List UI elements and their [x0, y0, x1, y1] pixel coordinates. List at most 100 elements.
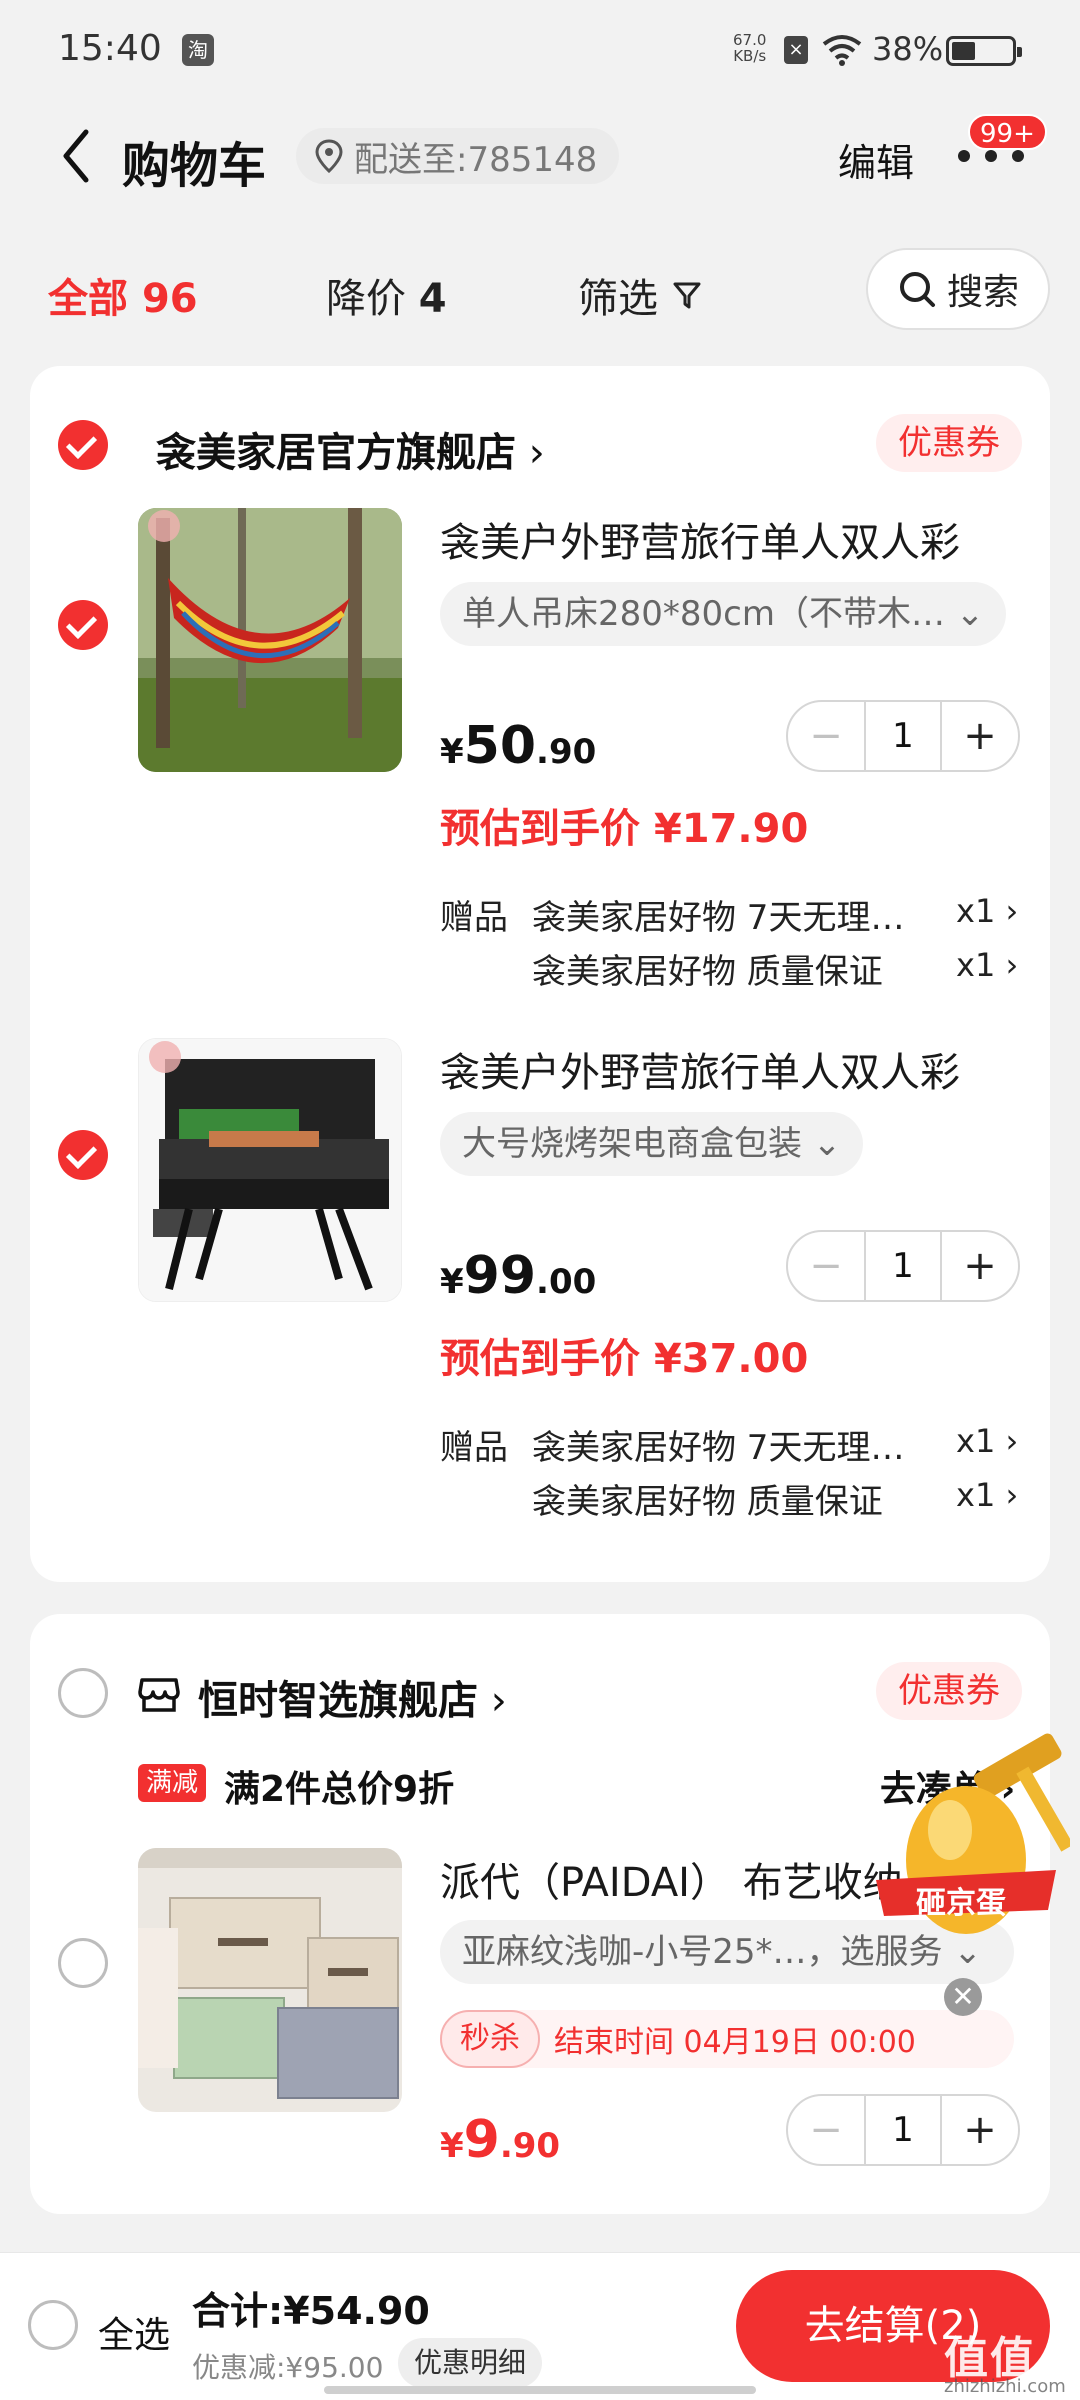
hammock-photo — [138, 508, 402, 772]
full-cut-badge: 满减 — [138, 1764, 207, 1802]
product-3-image[interactable] — [138, 1848, 402, 2112]
shop-1-name[interactable]: 衾美家居官方旗舰店 › — [156, 420, 545, 478]
product-1-est-value: ¥17.90 — [653, 806, 809, 852]
product-2-est-label: 预估到手价 — [440, 1336, 640, 1382]
product-1-quantity-stepper[interactable]: − 1 + — [786, 700, 1020, 772]
shop-2-checkbox[interactable] — [58, 1668, 108, 1718]
product-1-gift-2[interactable]: 衾美家居好物 质量保证 — [532, 944, 883, 993]
product-2-gift-2-qty-text: x1 — [956, 1476, 996, 1514]
edit-button[interactable]: 编辑 — [838, 132, 914, 187]
product-3-quantity[interactable]: 1 — [864, 2096, 942, 2164]
product-1-sku-selector[interactable]: 单人吊床280*80cm（不带木… ⌄ — [440, 582, 1007, 646]
product-2-sku-text: 大号烧烤架电商盒包装 — [462, 1124, 802, 1164]
discount-detail-button[interactable]: 优惠明细 — [398, 2338, 543, 2388]
tab-price-drop[interactable]: 降价 4 — [326, 266, 447, 324]
grill-photo — [139, 1039, 401, 1301]
chevron-right-icon: › — [995, 1422, 1019, 1460]
product-2-price-integer: 99 — [463, 1246, 537, 1306]
location-pin-icon — [315, 139, 343, 173]
shop-1-checkbox[interactable] — [58, 420, 108, 470]
chevron-right-icon: › — [516, 430, 545, 476]
product-2-quantity[interactable]: 1 — [864, 1232, 942, 1300]
tab-all-label: 全部 — [48, 276, 128, 322]
product-1-checkbox[interactable] — [58, 600, 108, 650]
search-label: 搜索 — [946, 272, 1019, 313]
product-1-gift-label: 赠品 — [440, 898, 508, 938]
shop-2-name[interactable]: 恒时智选旗舰店 › — [198, 1668, 507, 1726]
product-2-quantity-stepper[interactable]: − 1 + — [786, 1230, 1020, 1302]
minus-icon[interactable]: − — [788, 2107, 864, 2153]
home-indicator[interactable] — [324, 2386, 756, 2394]
store-icon — [138, 1678, 180, 1712]
product-2-gift-2-qty[interactable]: x1 › — [956, 1476, 1018, 1514]
plus-icon[interactable]: + — [942, 713, 1018, 759]
search-button[interactable]: 搜索 — [866, 248, 1050, 330]
message-count-badge: 99+ — [968, 114, 1047, 150]
chevron-down-icon: ⌄ — [802, 1124, 842, 1164]
product-1-gift-1-qty-text: x1 — [956, 892, 996, 930]
product-1-sku-text: 单人吊床280*80cm（不带木… — [462, 594, 945, 634]
tab-all[interactable]: 全部 96 — [48, 266, 198, 324]
product-1-gift-2-qty[interactable]: x1 › — [956, 946, 1018, 984]
select-all-label[interactable]: 全选 — [98, 2306, 170, 2358]
product-2-sku-selector[interactable]: 大号烧烤架电商盒包装 ⌄ — [440, 1112, 864, 1176]
product-2-price-decimal: .00 — [536, 1262, 597, 1302]
filter-icon — [673, 282, 701, 309]
product-3-price-integer: 9 — [463, 2110, 500, 2170]
product-1-quantity[interactable]: 1 — [864, 702, 942, 770]
smash-egg-widget[interactable]: 砸京蛋 — [870, 1710, 1074, 1970]
minus-icon[interactable]: − — [788, 1243, 864, 1289]
product-2-title[interactable]: 衾美户外野营旅行单人双人彩 — [440, 1040, 1040, 1098]
flash-sale-tag: 秒杀 — [440, 2010, 540, 2068]
product-2-gift-1[interactable]: 衾美家居好物 7天无理… — [532, 1420, 904, 1469]
product-1-estimated-price: 预估到手价 ¥17.90 — [440, 796, 808, 854]
wifi-icon — [822, 35, 862, 66]
tab-filter[interactable]: 筛选 — [578, 266, 702, 324]
flash-sale-end-time: 结束时间 04月19日 00:00 — [554, 2025, 916, 2060]
delivery-address[interactable]: 配送至:785148 — [296, 128, 620, 184]
golden-egg-icon — [876, 1733, 1074, 1934]
product-2-gift-label: 赠品 — [440, 1428, 508, 1468]
tab-price-drop-label: 降价 — [326, 276, 406, 322]
product-2-gift-1-qty[interactable]: x1 › — [956, 1422, 1018, 1460]
product-2-price-symbol: ¥ — [440, 1262, 464, 1302]
plus-icon[interactable]: + — [942, 2107, 1018, 2153]
product-2-image[interactable] — [138, 1038, 402, 1302]
product-1-price-symbol: ¥ — [440, 732, 464, 772]
full-cut-promo-text: 满2件总价9折 — [224, 1769, 455, 1810]
product-1-est-label: 预估到手价 — [440, 806, 640, 852]
product-2-price: ¥99.00 — [440, 1246, 596, 1306]
product-1-image[interactable] — [138, 508, 402, 772]
delivery-address-text: 配送至:785148 — [354, 139, 598, 180]
more-menu-icon[interactable] — [958, 150, 1024, 164]
shop-1-name-text: 衾美家居官方旗舰店 — [156, 430, 516, 476]
chevron-right-icon: › — [995, 1476, 1019, 1514]
product-1-title[interactable]: 衾美户外野营旅行单人双人彩 — [440, 510, 1040, 568]
product-1-price-decimal: .90 — [536, 732, 597, 772]
plus-icon[interactable]: + — [942, 1243, 1018, 1289]
product-2-checkbox[interactable] — [58, 1130, 108, 1180]
chevron-right-icon: › — [995, 892, 1019, 930]
total-price: 合计:¥54.90 — [192, 2289, 430, 2333]
product-3-title[interactable]: 派代（PAIDAI） 布艺收纳 — [440, 1850, 920, 1908]
battery-percent: 38% — [872, 30, 944, 68]
taobao-notification-icon: 淘 — [182, 34, 214, 66]
product-2-gift-2[interactable]: 衾美家居好物 质量保证 — [532, 1474, 883, 1523]
product-3-quantity-stepper[interactable]: − 1 + — [786, 2094, 1020, 2166]
flash-sale-row: 秒杀 结束时间 04月19日 00:00 — [440, 2010, 1014, 2068]
product-1-gift-2-qty-text: x1 — [956, 946, 996, 984]
battery-icon — [946, 36, 1022, 66]
page-title: 购物车 — [122, 138, 267, 194]
tab-all-count: 96 — [141, 276, 198, 322]
product-2-est-value: ¥37.00 — [653, 1336, 809, 1382]
discount-amount: 优惠减:¥95.00 — [192, 2351, 384, 2384]
select-all-checkbox[interactable] — [28, 2300, 78, 2350]
product-3-price-decimal: .90 — [499, 2126, 561, 2166]
product-1-gift-1-qty[interactable]: x1 › — [956, 892, 1018, 930]
product-3-checkbox[interactable] — [58, 1938, 108, 1988]
back-arrow-icon[interactable] — [56, 126, 96, 186]
close-icon[interactable]: ✕ — [944, 1978, 982, 2016]
minus-icon[interactable]: − — [788, 713, 864, 759]
product-1-gift-1[interactable]: 衾美家居好物 7天无理… — [532, 890, 904, 939]
shop-1-coupon-button[interactable]: 优惠券 — [876, 414, 1022, 472]
